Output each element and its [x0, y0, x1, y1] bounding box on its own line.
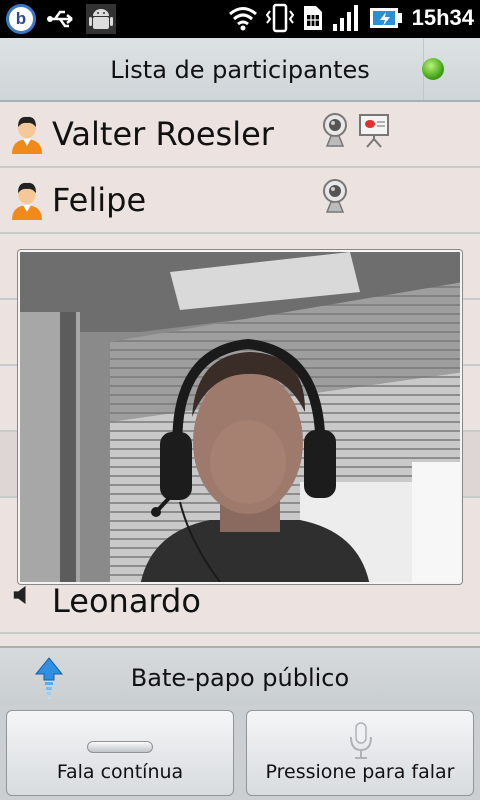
participants-header: Lista de participantes — [0, 38, 480, 102]
push-to-talk-label: Pressione para falar — [265, 761, 455, 783]
usb-icon — [47, 10, 73, 28]
participant-row[interactable]: Felipe — [0, 168, 480, 234]
connection-status-icon — [422, 58, 444, 80]
sim-icon — [303, 6, 322, 30]
participant-name: Felipe — [52, 181, 147, 219]
participant-name: Leonardo — [52, 582, 201, 620]
speaker-icon — [13, 586, 26, 604]
signal-icon — [332, 5, 358, 31]
continuous-talk-button[interactable]: Fala contínua — [6, 710, 234, 796]
toggle-indicator-icon — [87, 741, 153, 753]
participant-row[interactable]: Valter Roesler — [0, 102, 480, 168]
push-to-talk-button[interactable]: Pressione para falar — [246, 710, 474, 796]
webcam-video[interactable] — [18, 250, 462, 584]
chat-title: Bate-papo público — [130, 664, 350, 692]
webcam-icon[interactable] — [320, 178, 350, 214]
microphone-icon — [350, 722, 372, 759]
presenter-icon — [359, 114, 389, 148]
participant-name: Valter Roesler — [52, 115, 274, 153]
vibrate-icon — [265, 3, 294, 33]
user-avatar-icon — [12, 116, 42, 154]
user-avatar-icon — [12, 182, 42, 220]
status-bar: b 15h34 — [0, 0, 480, 38]
wifi-icon — [228, 7, 257, 31]
webcam-icon[interactable] — [320, 112, 350, 148]
android-debug-icon — [86, 4, 116, 34]
public-chat-bar[interactable]: Bate-papo público — [0, 646, 480, 706]
talk-buttons-bar: Fala contínua Pressione para falar — [0, 706, 480, 800]
page-title: Lista de participantes — [110, 56, 370, 84]
bigbluebutton-logo-icon: b — [6, 4, 36, 34]
continuous-talk-label: Fala contínua — [56, 761, 184, 783]
webcam-frame-image — [20, 252, 460, 582]
battery-charging-icon — [369, 8, 402, 28]
clock: 15h34 — [411, 5, 474, 30]
